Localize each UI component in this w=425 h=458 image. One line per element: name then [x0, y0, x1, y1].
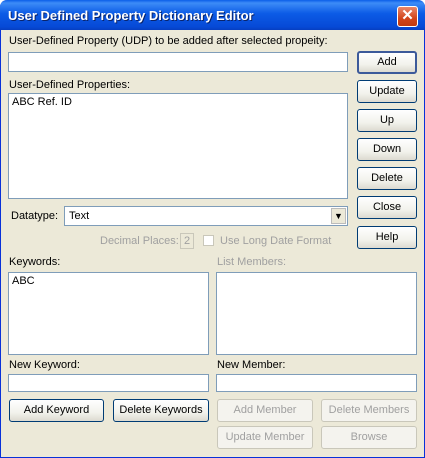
window-title: User Defined Property Dictionary Editor [8, 8, 254, 23]
datatype-label: Datatype: [11, 210, 59, 222]
list-members-list[interactable] [216, 272, 417, 355]
delete-button[interactable]: Delete [357, 167, 417, 190]
new-keyword-input[interactable] [8, 374, 209, 392]
dialog-window: User Defined Property Dictionary Editor … [0, 0, 425, 458]
properties-list[interactable]: ABC Ref. ID [8, 93, 348, 199]
title-bar[interactable]: User Defined Property Dictionary Editor … [0, 0, 425, 30]
decimal-places-label: Decimal Places: [100, 235, 179, 247]
list-item[interactable]: ABC [12, 275, 205, 288]
up-button[interactable]: Up [357, 109, 417, 132]
chevron-down-icon[interactable]: ▼ [331, 208, 346, 224]
keywords-label: Keywords: [9, 256, 61, 268]
keywords-list[interactable]: ABC [8, 272, 209, 355]
udp-input[interactable] [8, 52, 348, 72]
decimal-places-field[interactable]: 2 [180, 233, 194, 249]
add-button[interactable]: Add [357, 51, 417, 74]
list-item[interactable]: ABC Ref. ID [12, 96, 344, 109]
udp-label: User-Defined Property (UDP) to be added … [9, 35, 328, 47]
close-button[interactable]: Close [357, 196, 417, 219]
new-member-label: New Member: [217, 359, 286, 371]
close-window-button[interactable]: ✕ [397, 6, 418, 27]
long-date-label: Use Long Date Format [220, 235, 332, 247]
add-member-button[interactable]: Add Member [217, 399, 313, 422]
help-button[interactable]: Help [357, 226, 417, 249]
update-button[interactable]: Update [357, 80, 417, 103]
update-member-button[interactable]: Update Member [217, 426, 313, 449]
delete-keywords-button[interactable]: Delete Keywords [113, 399, 209, 422]
down-button[interactable]: Down [357, 138, 417, 161]
list-members-label: List Members: [217, 256, 287, 268]
properties-label: User-Defined Properties: [9, 79, 131, 91]
close-icon: ✕ [401, 7, 414, 24]
new-keyword-label: New Keyword: [9, 359, 80, 371]
add-keyword-button[interactable]: Add Keyword [9, 399, 104, 422]
long-date-checkbox[interactable] [203, 235, 214, 246]
browse-button[interactable]: Browse [321, 426, 417, 449]
delete-members-button[interactable]: Delete Members [321, 399, 417, 422]
new-member-input[interactable] [216, 374, 417, 392]
datatype-select[interactable]: Text ▼ [64, 206, 348, 226]
datatype-value: Text [69, 210, 90, 222]
